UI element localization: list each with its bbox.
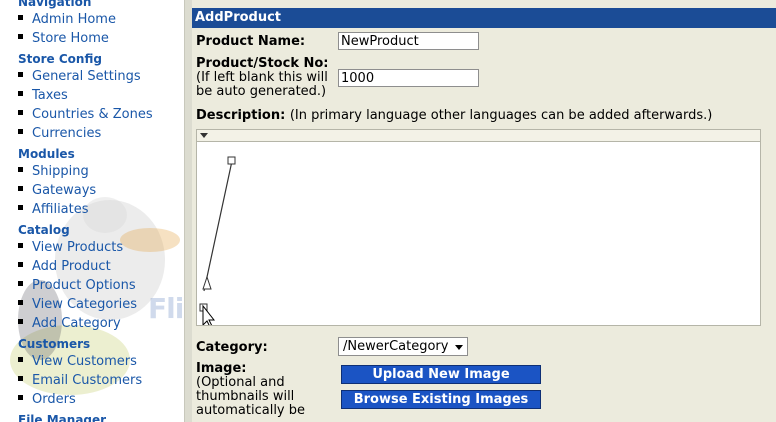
resize-guide-line [203, 160, 233, 292]
description-label-row: Description: (In primary language other … [196, 108, 712, 123]
sidebar-item-label: Add Product [32, 259, 111, 274]
bullet-icon [18, 91, 23, 96]
panel-title: AddProduct [192, 8, 776, 28]
section-file-manager: File Manager [18, 413, 107, 422]
section-modules: Modules [18, 147, 75, 161]
product-name-input[interactable] [338, 32, 479, 50]
editor-toolbar [197, 130, 760, 142]
sidebar-item-add-product[interactable]: Add Product [18, 259, 111, 274]
description-label: Description: [196, 108, 286, 123]
add-product-panel: AddProduct Product Name: Product/Stock N… [192, 0, 776, 422]
section-navigation: Navigation [18, 0, 92, 9]
section-customers: Customers [18, 337, 91, 351]
mouse-cursor-icon [202, 304, 216, 325]
bullet-icon [18, 319, 23, 324]
bullet-icon [18, 167, 23, 172]
sidebar-item-product-options[interactable]: Product Options [18, 278, 136, 293]
section-store-config: Store Config [18, 52, 102, 66]
sidebar-item-label: Shipping [32, 164, 89, 179]
sidebar-item-orders[interactable]: Orders [18, 392, 76, 407]
sidebar-item-view-categories[interactable]: View Categories [18, 297, 137, 312]
sidebar-item-label: Countries & Zones [32, 107, 153, 122]
sidebar-item-label: View Products [32, 240, 124, 255]
stock-no-input[interactable] [338, 69, 479, 87]
sidebar-item-view-products[interactable]: View Products [18, 240, 123, 255]
sidebar-item-label: View Customers [32, 354, 137, 369]
bullet-icon [18, 262, 23, 267]
sidebar-item-label: Admin Home [32, 12, 116, 27]
sidebar-item-email-customers[interactable]: Email Customers [18, 373, 142, 388]
bullet-icon [18, 300, 23, 305]
section-catalog: Catalog [18, 223, 70, 237]
category-select[interactable]: /NewerCategory [338, 337, 468, 356]
sidebar-item-shipping[interactable]: Shipping [18, 164, 89, 179]
bullet-icon [18, 72, 23, 77]
bullet-icon [18, 205, 23, 210]
bullet-icon [18, 15, 23, 20]
bullet-icon [18, 186, 23, 191]
stock-no-note-1: (If left blank this will [196, 70, 328, 85]
sidebar-item-label: Taxes [32, 88, 68, 103]
stock-no-note-2: be auto generated.) [196, 84, 327, 99]
editor-canvas[interactable] [197, 143, 760, 325]
resize-handle-top[interactable] [227, 156, 236, 165]
bullet-icon [18, 281, 23, 286]
bullet-icon [18, 110, 23, 115]
bullet-icon [18, 129, 23, 134]
category-selected-value: /NewerCategory [343, 339, 449, 354]
image-note-3: automatically be [196, 403, 306, 418]
sidebar-item-label: Currencies [32, 126, 102, 141]
sidebar-item-add-category[interactable]: Add Category [18, 316, 121, 331]
sidebar-item-affiliates[interactable]: Affiliates [18, 202, 89, 217]
bullet-icon [18, 34, 23, 39]
sidebar-item-general-settings[interactable]: General Settings [18, 69, 141, 84]
bullet-icon [18, 395, 23, 400]
sidebar: FlipperHost Navigation Admin Home Store … [0, 0, 184, 422]
sidebar-item-label: Gateways [32, 183, 97, 198]
sidebar-item-label: Store Home [32, 31, 109, 46]
sidebar-divider [184, 0, 192, 422]
toolbar-toggle-icon[interactable] [200, 133, 208, 138]
description-editor[interactable] [196, 129, 761, 326]
sidebar-item-taxes[interactable]: Taxes [18, 88, 68, 103]
sidebar-item-label: Orders [32, 392, 76, 407]
stock-no-label: Product/Stock No: (If left blank this wi… [196, 57, 329, 99]
category-label: Category: [196, 340, 268, 355]
image-note-2: thumbnails will [196, 389, 295, 404]
sidebar-item-label: Affiliates [32, 202, 89, 217]
sidebar-item-view-customers[interactable]: View Customers [18, 354, 137, 369]
sidebar-item-label: Product Options [32, 278, 136, 293]
image-label: Image: (Optional and thumbnails will aut… [196, 362, 305, 418]
sidebar-item-gateways[interactable]: Gateways [18, 183, 96, 198]
sidebar-item-admin-home[interactable]: Admin Home [18, 12, 116, 27]
sidebar-item-label: View Categories [32, 297, 138, 312]
sidebar-item-countries-zones[interactable]: Countries & Zones [18, 107, 153, 122]
upload-new-image-button[interactable]: Upload New Image [341, 365, 541, 384]
browse-existing-images-button[interactable]: Browse Existing Images [341, 390, 541, 409]
chevron-down-icon [455, 345, 463, 350]
bullet-icon [18, 376, 23, 381]
product-name-label: Product Name: [196, 34, 306, 49]
arrow-head-icon [202, 275, 212, 290]
image-title: Image: [196, 361, 247, 376]
sidebar-item-currencies[interactable]: Currencies [18, 126, 101, 141]
sidebar-item-store-home[interactable]: Store Home [18, 31, 109, 46]
description-note: (In primary language other languages can… [289, 108, 713, 123]
image-note-1: (Optional and [196, 375, 285, 390]
stock-no-title: Product/Stock No: [196, 56, 329, 71]
bullet-icon [18, 243, 23, 248]
bullet-icon [18, 357, 23, 362]
watermark-text: FlipperHost [148, 292, 184, 325]
sidebar-item-label: General Settings [32, 69, 141, 84]
sidebar-item-label: Add Category [32, 316, 121, 331]
sidebar-item-label: Email Customers [32, 373, 143, 388]
